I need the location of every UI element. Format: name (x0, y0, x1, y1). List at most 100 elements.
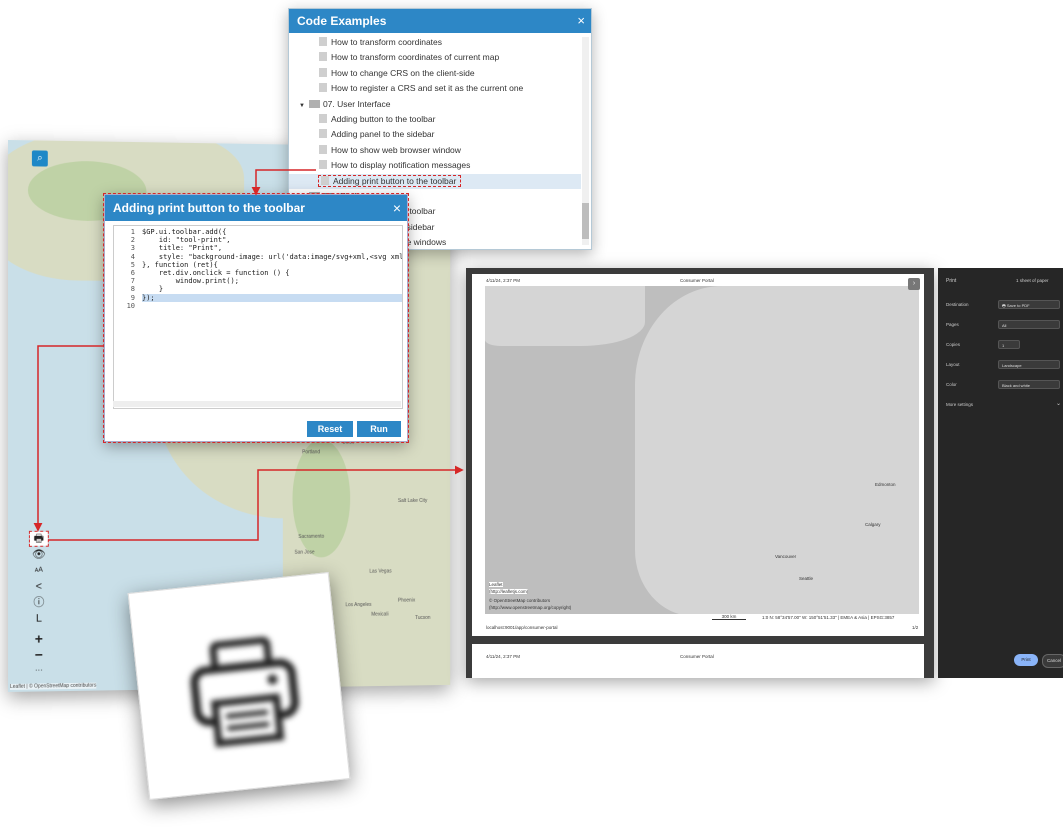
printed-place: Calgary (865, 522, 881, 527)
print-preview: 4/11/24, 2:37 PM Consumer Portal Edmonto… (466, 268, 934, 678)
copies-input[interactable]: 1 (998, 340, 1020, 349)
measure-icon[interactable]: L (30, 612, 48, 626)
map-forest (292, 439, 351, 558)
printed-map: Edmonton Calgary Vancouver Seattle Leafl… (485, 286, 919, 614)
printed-place: Vancouver (775, 554, 797, 559)
tree-item-selected[interactable]: Adding print button to the toolbar (289, 173, 581, 189)
tree-folder[interactable]: ▼ 07. User Interface (289, 97, 581, 112)
tree-item[interactable]: Adding panel to the sidebar (289, 127, 581, 142)
line-number: 5 (130, 260, 135, 269)
tree-item-label: How to show web browser window (331, 144, 461, 155)
line-number: 3 (130, 244, 135, 253)
map-toolbar: 🖶 👁 ᴀA < ⓘ L + − ··· (28, 530, 49, 680)
code-editor[interactable]: 1 2 3 4 5 6 7 8 9 10 $GP.ui.toolbar.add(… (113, 225, 403, 409)
printed-scale: 300 km (712, 614, 746, 620)
code-line[interactable]: title: "Print", (142, 244, 402, 252)
document-icon (319, 52, 327, 62)
tree-item-label: Adding panel to the sidebar (331, 129, 435, 140)
tree-item[interactable]: How to show web browser window (289, 143, 581, 158)
code-line[interactable]: ret.div.onclick = function () { (142, 269, 402, 277)
more-settings-toggle[interactable]: More settings (946, 402, 973, 407)
more-icon[interactable]: ··· (30, 663, 48, 677)
tree-item[interactable]: Adding button to the toolbar (289, 112, 581, 127)
tree-item[interactable]: How to transform coordinates (289, 35, 581, 50)
preview-page: 4/11/24, 2:37 PM Consumer Portal Edmonto… (472, 274, 924, 636)
code-line[interactable]: } (142, 285, 402, 293)
map-city-label: Los Angeles (345, 601, 372, 609)
close-icon[interactable]: × (577, 9, 585, 33)
page-header-time: 4/11/24, 2:37 PM (486, 278, 520, 283)
code-line[interactable] (142, 302, 402, 310)
copies-label: Copies (946, 342, 961, 347)
map-city-label: Phoenix (397, 597, 416, 604)
search-icon[interactable]: ⌕ (31, 150, 48, 167)
pages-select[interactable]: All (998, 320, 1060, 329)
printer-icon[interactable]: 🖶 (28, 530, 49, 547)
preview-page-2: 4/11/24, 2:37 PM Consumer Portal (472, 644, 924, 678)
eye-icon[interactable]: 👁 (30, 548, 48, 562)
chevron-right-icon[interactable]: › (908, 278, 920, 290)
line-number: 6 (130, 268, 135, 277)
map-attribution[interactable]: Leaflet | © OpenStreetMap contributors (9, 682, 97, 690)
document-icon (319, 160, 327, 170)
editor-horizontal-scrollbar[interactable] (113, 401, 401, 407)
printed-osm-credit: © OpenStreetMap contributors (489, 598, 551, 603)
run-button[interactable]: Run (357, 421, 401, 437)
print-title: Print (946, 278, 957, 284)
sheet-count: 1 sheet of paper (1016, 278, 1049, 283)
line-number: 8 (130, 285, 135, 294)
scrollbar-thumb[interactable] (582, 203, 589, 239)
document-icon (319, 144, 327, 154)
printed-land (635, 286, 919, 614)
document-icon (319, 83, 327, 93)
document-icon (319, 67, 327, 77)
layout-label: Layout (946, 362, 960, 367)
cancel-button[interactable]: Cancel (1042, 654, 1063, 668)
line-number: 10 (126, 301, 135, 310)
tree-item-label: How to transform coordinates of current … (331, 52, 500, 63)
share-icon[interactable]: < (30, 580, 48, 594)
destination-select[interactable]: 🖶 Save to PDF (998, 300, 1060, 309)
layout-select[interactable]: Landscape (998, 360, 1060, 369)
folder-icon (308, 99, 320, 108)
tree-scrollbar[interactable] (582, 37, 589, 245)
color-select[interactable]: Black and white (998, 380, 1060, 389)
info-icon[interactable]: ⓘ (30, 596, 48, 610)
page-header-title: Consumer Portal (680, 278, 714, 283)
selected-item-highlight: Adding print button to the toolbar (317, 174, 462, 187)
code-line[interactable]: }, function (ret){ (142, 261, 402, 269)
code-line-current[interactable]: }); (142, 293, 402, 302)
page2-header-time: 4/11/24, 2:37 PM (486, 654, 520, 659)
document-icon (319, 113, 327, 123)
print-button[interactable]: Print (1014, 654, 1038, 666)
tree-item-label: How to transform coordinates (331, 37, 443, 47)
code-line[interactable]: style: "background-image: url('data:imag… (142, 253, 402, 261)
document-icon (319, 129, 327, 139)
editor-title: Adding print button to the toolbar (105, 195, 407, 221)
zoom-out-icon[interactable]: − (30, 647, 48, 663)
tree-item-label: How to register a CRS and set it as the … (331, 83, 524, 94)
tree-item[interactable]: How to register a CRS and set it as the … (289, 81, 581, 96)
line-number: 1 (130, 228, 135, 236)
chevron-down-icon[interactable]: ▼ (299, 103, 305, 109)
tree-item[interactable]: How to display notification messages (289, 158, 581, 173)
code-line[interactable]: id: "tool-print", (142, 236, 402, 244)
tree-item[interactable]: How to transform coordinates of current … (289, 50, 581, 65)
code-lines[interactable]: $GP.ui.toolbar.add({ id: "tool-print", t… (142, 228, 402, 310)
line-number: 9 (130, 293, 135, 302)
printed-leaflet-credit: Leaflet (489, 582, 503, 587)
map-city-label: Mexicali (371, 611, 389, 618)
tree-item-label: Adding button to the toolbar (331, 113, 436, 124)
code-line[interactable]: $GP.ui.toolbar.add({ (142, 228, 402, 236)
destination-label: Destination (946, 302, 969, 307)
code-line[interactable]: window.print(); (142, 277, 402, 285)
reset-button[interactable]: Reset (307, 421, 353, 437)
destination-value: Save to PDF (1006, 303, 1030, 308)
close-icon[interactable]: × (393, 195, 401, 221)
tree-item[interactable]: How to change CRS on the client-side (289, 66, 581, 81)
zoom-in-icon[interactable]: + (30, 631, 48, 647)
code-examples-title: Code Examples (289, 9, 591, 33)
printed-place: Seattle (799, 576, 814, 581)
text-size-icon[interactable]: ᴀA (30, 564, 48, 578)
chevron-down-icon[interactable]: ⌄ (1056, 400, 1061, 407)
